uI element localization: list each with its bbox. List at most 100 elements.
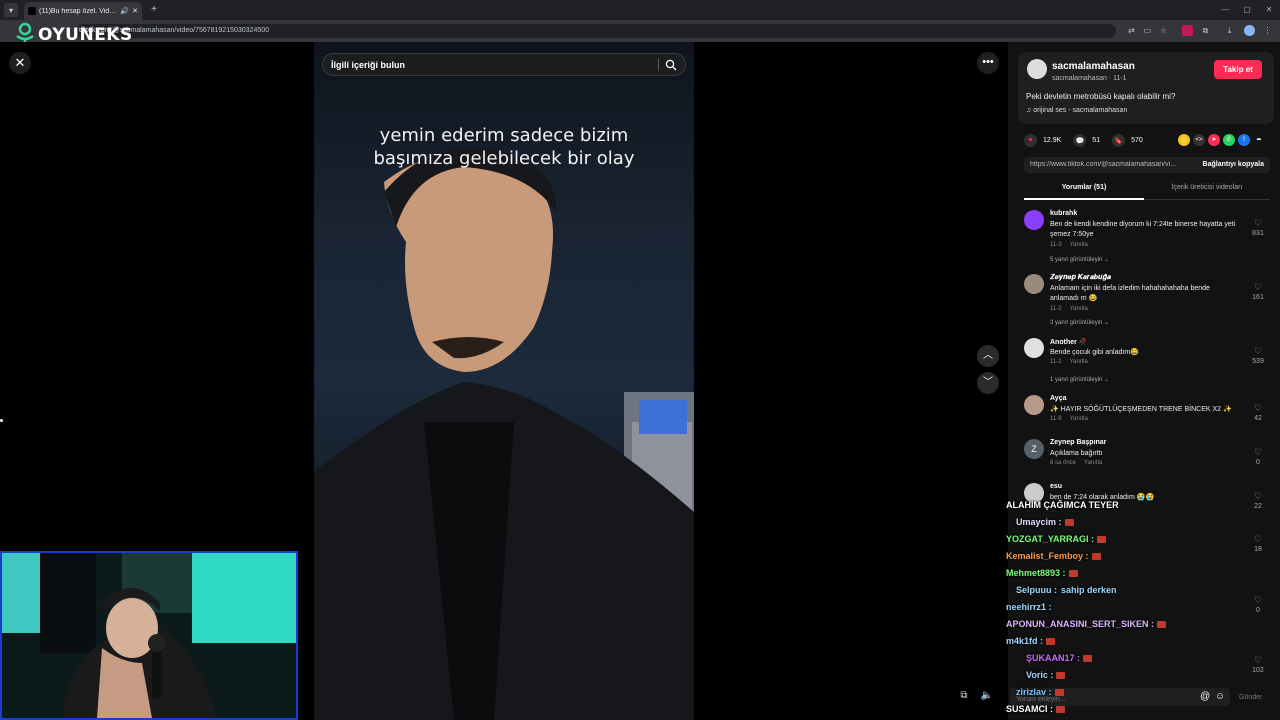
browser-tab[interactable]: (11)Bu hesap özel. Videola 🔊 ✕ bbox=[24, 2, 142, 20]
comment-like-count: 0 bbox=[1256, 459, 1260, 466]
menu-dots-icon[interactable]: ⋮ bbox=[1262, 25, 1273, 36]
reply-link[interactable]: Yanıtla bbox=[1070, 359, 1088, 365]
chat-line: SUSAMCI : bbox=[1006, 704, 1065, 714]
chat-line: YOZGAT_YARRAGI : bbox=[1006, 534, 1107, 544]
facebook-icon[interactable]: f bbox=[1238, 134, 1250, 146]
speaker-icon[interactable]: 🔊 bbox=[120, 7, 129, 15]
comment-avatar[interactable] bbox=[1024, 274, 1044, 294]
maximize-icon[interactable]: ▢ bbox=[1236, 0, 1258, 20]
tiktok-favicon-icon bbox=[28, 7, 36, 15]
whatsapp-icon[interactable]: ✆ bbox=[1223, 134, 1235, 146]
author-name[interactable]: sacmalamahasan bbox=[1052, 61, 1135, 72]
comment-text: Ben de kendi kendine diyorum ki 7:24te b… bbox=[1050, 221, 1236, 238]
chat-username: m4k1fd : bbox=[1006, 636, 1044, 646]
extension-icon[interactable] bbox=[1182, 25, 1193, 36]
music-link[interactable]: ♫ orijinal ses - sacmalamahasan bbox=[1026, 107, 1127, 114]
view-replies-link[interactable]: 1 yanıt görüntüleyin ⌄ bbox=[1050, 376, 1109, 383]
related-search-input[interactable] bbox=[323, 54, 653, 75]
author-avatar[interactable] bbox=[1027, 59, 1047, 79]
reply-link[interactable]: Yanıtla bbox=[1070, 242, 1088, 248]
tab-search-button[interactable]: ▾ bbox=[4, 3, 18, 17]
share-arrow-icon[interactable]: ➦ bbox=[1253, 134, 1265, 146]
comment-like-heart-icon[interactable]: ♡ bbox=[1254, 655, 1262, 666]
comment-meta: 8 sa önce Yanıtla bbox=[1050, 460, 1110, 466]
emoji-icon[interactable]: ☺ bbox=[1178, 134, 1190, 146]
comment-like-heart-icon[interactable]: ♡ bbox=[1254, 491, 1262, 502]
next-video-button[interactable]: ﹀ bbox=[977, 372, 999, 394]
embed-code-icon[interactable]: <> bbox=[1193, 134, 1205, 146]
previous-video-button[interactable]: ︿ bbox=[977, 345, 999, 367]
mention-icon[interactable]: @ bbox=[1200, 691, 1210, 702]
chat-emote-icon bbox=[1068, 570, 1078, 578]
video-player[interactable]: yemin ederim sadece bizim başımıza geleb… bbox=[314, 42, 694, 720]
comment-meta: 11-2 Yanıtla bbox=[1050, 359, 1096, 365]
downloads-icon[interactable]: ⤓ bbox=[1224, 25, 1235, 36]
chat-line: Umaycim : bbox=[1016, 517, 1074, 527]
chat-emote-icon bbox=[1091, 553, 1101, 561]
comment-author[interactable]: esu bbox=[1050, 483, 1062, 490]
minimize-icon[interactable]: — bbox=[1214, 0, 1236, 20]
comment-avatar[interactable] bbox=[1024, 395, 1044, 415]
comment-author[interactable]: Ayça bbox=[1050, 395, 1066, 402]
chat-username: neehirrz1 : bbox=[1006, 602, 1052, 612]
chat-username: APONUN_ANASINI_SERT_SIKEN : bbox=[1006, 619, 1155, 629]
comment-avatar[interactable] bbox=[1024, 210, 1044, 230]
picture-in-picture-icon[interactable]: ⧉ bbox=[956, 688, 972, 704]
more-dots-icon: ••• bbox=[982, 56, 994, 68]
chat-emote-icon bbox=[1064, 519, 1074, 527]
close-video-button[interactable]: ✕ bbox=[9, 52, 31, 74]
emoji-picker-icon[interactable]: ☺ bbox=[1215, 691, 1225, 702]
chat-line: Voric : bbox=[1026, 670, 1066, 680]
tab-close-icon[interactable]: ✕ bbox=[132, 7, 138, 15]
view-replies-link[interactable]: 5 yanıt görüntüleyin ⌄ bbox=[1050, 256, 1109, 263]
comment-meta: 11-2 Yanıtla bbox=[1050, 306, 1096, 312]
bookmark-star-icon[interactable]: ☆ bbox=[1158, 25, 1169, 36]
more-options-button[interactable]: ••• bbox=[977, 52, 999, 74]
window-close-icon[interactable]: ✕ bbox=[1258, 0, 1280, 20]
comment-date: 11-9 bbox=[1050, 416, 1062, 422]
comment-like-heart-icon[interactable]: ♡ bbox=[1254, 595, 1262, 606]
bookmark-icon[interactable]: 🔖 bbox=[1112, 134, 1126, 147]
tab-creator-videos[interactable]: İçerik üreticisi videoları bbox=[1144, 184, 1270, 191]
send-comment-button[interactable]: Gönder bbox=[1239, 694, 1262, 701]
copy-link-button[interactable]: Bağlantıyı kopyala bbox=[1203, 161, 1264, 168]
view-replies-link[interactable]: 3 yanıt görüntüleyin ⌄ bbox=[1050, 319, 1109, 326]
comment-like-heart-icon[interactable]: ♡ bbox=[1254, 218, 1262, 229]
follow-button[interactable]: Takip et bbox=[1214, 60, 1262, 79]
comment-date: 8 sa önce bbox=[1050, 460, 1077, 466]
comment-like-heart-icon[interactable]: ♡ bbox=[1254, 447, 1262, 458]
like-heart-icon[interactable]: ♥ bbox=[1024, 134, 1037, 147]
comment-author[interactable]: 𝒁𝒆𝒚𝒏𝒆𝒑 𝑲𝒂𝒓𝒂𝒃𝒖𝒈̆𝒂 bbox=[1050, 274, 1111, 282]
reply-link[interactable]: Yanıtla bbox=[1070, 416, 1088, 422]
chat-emote-icon bbox=[1056, 672, 1066, 680]
comment-meta: 11-9 Yanıtla bbox=[1050, 416, 1096, 422]
search-icon[interactable] bbox=[665, 59, 677, 71]
save-count: 570 bbox=[1131, 137, 1143, 144]
comment-author[interactable]: kubrahk bbox=[1050, 210, 1077, 217]
chat-message: sahip derken bbox=[1061, 585, 1117, 595]
comment-like-heart-icon[interactable]: ♡ bbox=[1254, 403, 1262, 414]
volume-icon[interactable]: 🔈 bbox=[979, 688, 995, 704]
new-tab-button[interactable]: + bbox=[148, 4, 160, 16]
comment-like-heart-icon[interactable]: ♡ bbox=[1254, 346, 1262, 357]
share-icons: ☺ <> ➤ ✆ f ➦ bbox=[1178, 134, 1265, 146]
comment-avatar[interactable] bbox=[1024, 338, 1044, 358]
tab-comments[interactable]: Yorumlar (51) bbox=[1024, 184, 1144, 191]
reply-link[interactable]: Yanıtla bbox=[1070, 306, 1088, 312]
comment-like-count: 22 bbox=[1254, 503, 1262, 510]
comment-like-heart-icon[interactable]: ♡ bbox=[1254, 534, 1262, 545]
comment-author[interactable]: Zeynep Başpınar bbox=[1050, 439, 1106, 446]
url-field[interactable]: tiktok.com/@sacmalamahasan/video/7567819… bbox=[76, 24, 1116, 38]
chat-line: zirizlav : bbox=[1016, 687, 1064, 697]
comment-author[interactable]: Another 🥀 bbox=[1050, 338, 1088, 346]
comment-bubble-icon[interactable]: 💬 bbox=[1073, 134, 1087, 147]
extensions-puzzle-icon[interactable]: ⧉ bbox=[1200, 25, 1211, 36]
reply-link[interactable]: Yanıtla bbox=[1084, 460, 1102, 466]
comment-text: ✨ HAYIR SÖĞÜTLÜÇEŞMEDEN TRENE BİNCEK X2 … bbox=[1050, 406, 1232, 413]
comment-like-heart-icon[interactable]: ♡ bbox=[1254, 282, 1262, 293]
comment-avatar[interactable]: Z bbox=[1024, 439, 1044, 459]
translate-icon[interactable]: ⇄ bbox=[1126, 25, 1137, 36]
cast-icon[interactable]: ▭ bbox=[1142, 25, 1153, 36]
send-to-friends-icon[interactable]: ➤ bbox=[1208, 134, 1220, 146]
profile-avatar-icon[interactable] bbox=[1244, 25, 1255, 36]
